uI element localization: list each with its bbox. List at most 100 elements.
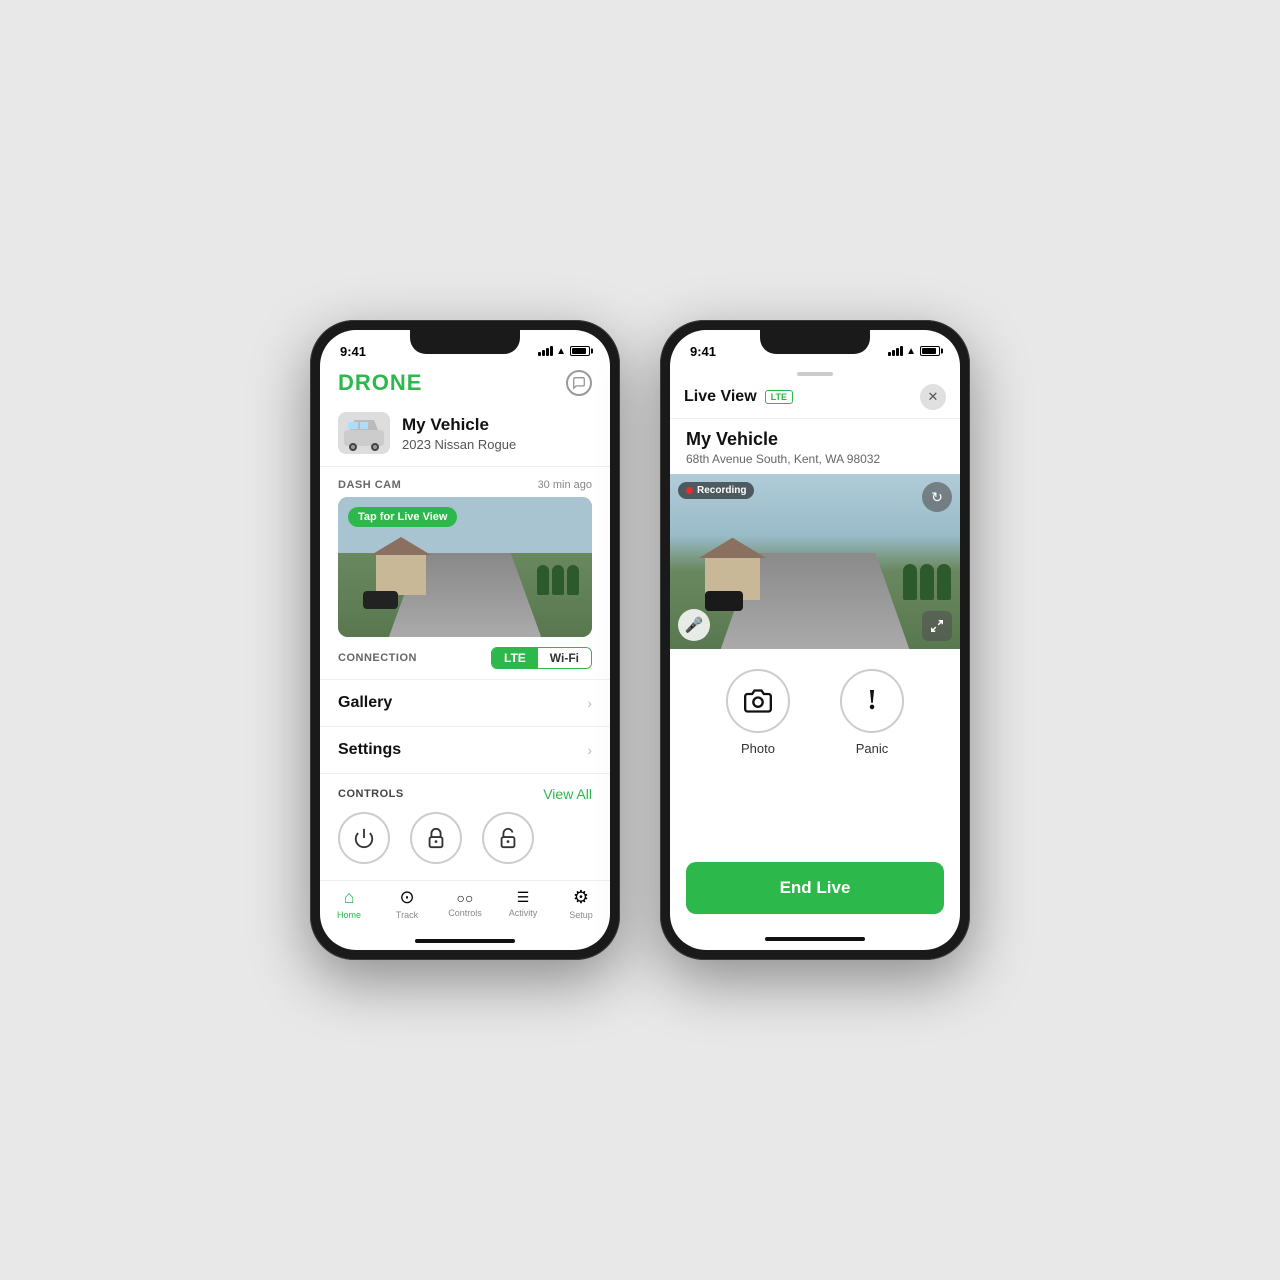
end-live-button[interactable]: End Live [686, 862, 944, 914]
p2-signal-bar-4 [900, 346, 903, 356]
controls-label: CONTROLS [338, 788, 404, 800]
controls-header: CONTROLS View All [338, 774, 592, 812]
phone-1-time: 9:41 [340, 344, 366, 359]
dashcam-preview[interactable]: Tap for Live View [338, 497, 592, 637]
p2-signal-bar-3 [896, 348, 899, 356]
home-indicator-1 [320, 932, 610, 950]
battery-body-2 [920, 346, 940, 356]
recording-badge: Recording [678, 482, 754, 499]
photo-label: Photo [741, 741, 775, 756]
signal-bar-1 [538, 352, 541, 356]
home-bar-1 [415, 939, 515, 943]
phone-1-content: DRONE [320, 366, 610, 950]
recording-label: Recording [697, 485, 746, 496]
tap-live-view-btn[interactable]: Tap for Live View [348, 507, 457, 527]
nav-controls[interactable]: ○○ Controls [443, 890, 487, 918]
lte-toggle[interactable]: LTE [492, 648, 538, 668]
mic-button[interactable]: 🎤 [678, 609, 710, 641]
controls-section: CONTROLS View All [320, 774, 610, 874]
activity-icon: ☰ [517, 889, 530, 906]
power-icon [353, 827, 375, 849]
signal-bar-4 [550, 346, 553, 356]
panic-label: Panic [856, 741, 889, 756]
battery-body-1 [570, 346, 590, 356]
phone-2-status-icons: ▲ [888, 346, 940, 357]
tree-3 [567, 565, 579, 595]
gallery-menu-item[interactable]: Gallery › [320, 680, 610, 727]
refresh-button[interactable]: ↻ [922, 482, 952, 512]
dashcam-parked-car [363, 591, 398, 609]
expand-button[interactable] [922, 611, 952, 641]
lock-icon-2 [497, 827, 519, 849]
settings-label: Settings [338, 741, 401, 759]
lock-button-2[interactable] [482, 812, 534, 864]
tree-1 [537, 565, 549, 595]
chat-icon[interactable] [566, 370, 592, 396]
lte-badge: LTE [765, 390, 793, 404]
p2-vehicle-name: My Vehicle [686, 429, 944, 450]
nav-controls-label: Controls [448, 908, 482, 918]
dashcam-section-header: DASH CAM 30 min ago [320, 467, 610, 497]
gallery-chevron: › [587, 695, 592, 711]
phone-1: 9:41 ▲ [310, 320, 620, 960]
photo-action[interactable]: Photo [726, 669, 790, 756]
p2-vehicle-address: 68th Avenue South, Kent, WA 98032 [686, 452, 944, 466]
vehicle-info-1: My Vehicle 2023 Nissan Rogue [320, 404, 610, 467]
drag-handle [797, 372, 833, 376]
wifi-toggle[interactable]: Wi-Fi [538, 648, 591, 668]
nav-track[interactable]: ⊙ Track [385, 887, 429, 920]
camera-icon [744, 687, 772, 715]
phones-container: 9:41 ▲ [310, 320, 970, 960]
exclamation-icon: ! [867, 685, 876, 717]
tree-2 [552, 565, 564, 595]
live-trees [903, 564, 951, 600]
signal-bars-2 [888, 346, 903, 356]
view-all-link[interactable]: View All [543, 786, 592, 802]
track-icon: ⊙ [399, 887, 414, 908]
p2-vehicle-info: My Vehicle 68th Avenue South, Kent, WA 9… [670, 419, 960, 474]
gallery-label: Gallery [338, 694, 392, 712]
phone-2: 9:41 ▲ [660, 320, 970, 960]
controls-row [338, 812, 592, 864]
nav-activity[interactable]: ☰ Activity [501, 889, 545, 918]
live-view-title-row: Live View LTE [684, 388, 793, 406]
vehicle-avatar-1 [338, 412, 390, 454]
panic-action[interactable]: ! Panic [840, 669, 904, 756]
battery-fill-2 [922, 348, 936, 354]
photo-circle [726, 669, 790, 733]
controls-icon: ○○ [457, 890, 474, 906]
nav-home-label: Home [337, 910, 361, 920]
connection-label: CONNECTION [338, 652, 417, 664]
live-view-header: Live View LTE ✕ [670, 378, 960, 419]
live-tree-2 [920, 564, 934, 600]
settings-menu-item[interactable]: Settings › [320, 727, 610, 774]
recording-dot [686, 487, 693, 494]
close-button[interactable]: ✕ [920, 384, 946, 410]
phone-1-inner: 9:41 ▲ [320, 330, 610, 950]
live-tree-1 [903, 564, 917, 600]
power-button[interactable] [338, 812, 390, 864]
lock-button-1[interactable] [410, 812, 462, 864]
signal-bar-3 [546, 348, 549, 356]
p2-signal-bar-2 [892, 350, 895, 356]
phone-2-time: 9:41 [690, 344, 716, 359]
car-icon-1 [340, 414, 388, 452]
nav-setup[interactable]: ⚙ Setup [559, 887, 603, 920]
p1-header: DRONE [320, 366, 610, 404]
p2-signal-bar-1 [888, 352, 891, 356]
connection-toggle: LTE Wi-Fi [491, 647, 592, 669]
battery-2 [918, 346, 940, 356]
p1-scroll-area[interactable]: DASH CAM 30 min ago [320, 467, 610, 880]
expand-icon [930, 619, 944, 633]
home-indicator-2 [670, 928, 960, 950]
phone-1-notch [410, 330, 520, 354]
phone-2-inner: 9:41 ▲ [670, 330, 960, 950]
wifi-icon-2: ▲ [906, 346, 915, 357]
dashcam-time: 30 min ago [538, 479, 592, 491]
battery-fill-1 [572, 348, 586, 354]
wifi-icon-1: ▲ [556, 346, 565, 357]
p2-spacer [670, 766, 960, 854]
settings-chevron: › [587, 742, 592, 758]
nav-home[interactable]: ⌂ Home [327, 887, 371, 920]
dashcam-label: DASH CAM [338, 479, 401, 491]
